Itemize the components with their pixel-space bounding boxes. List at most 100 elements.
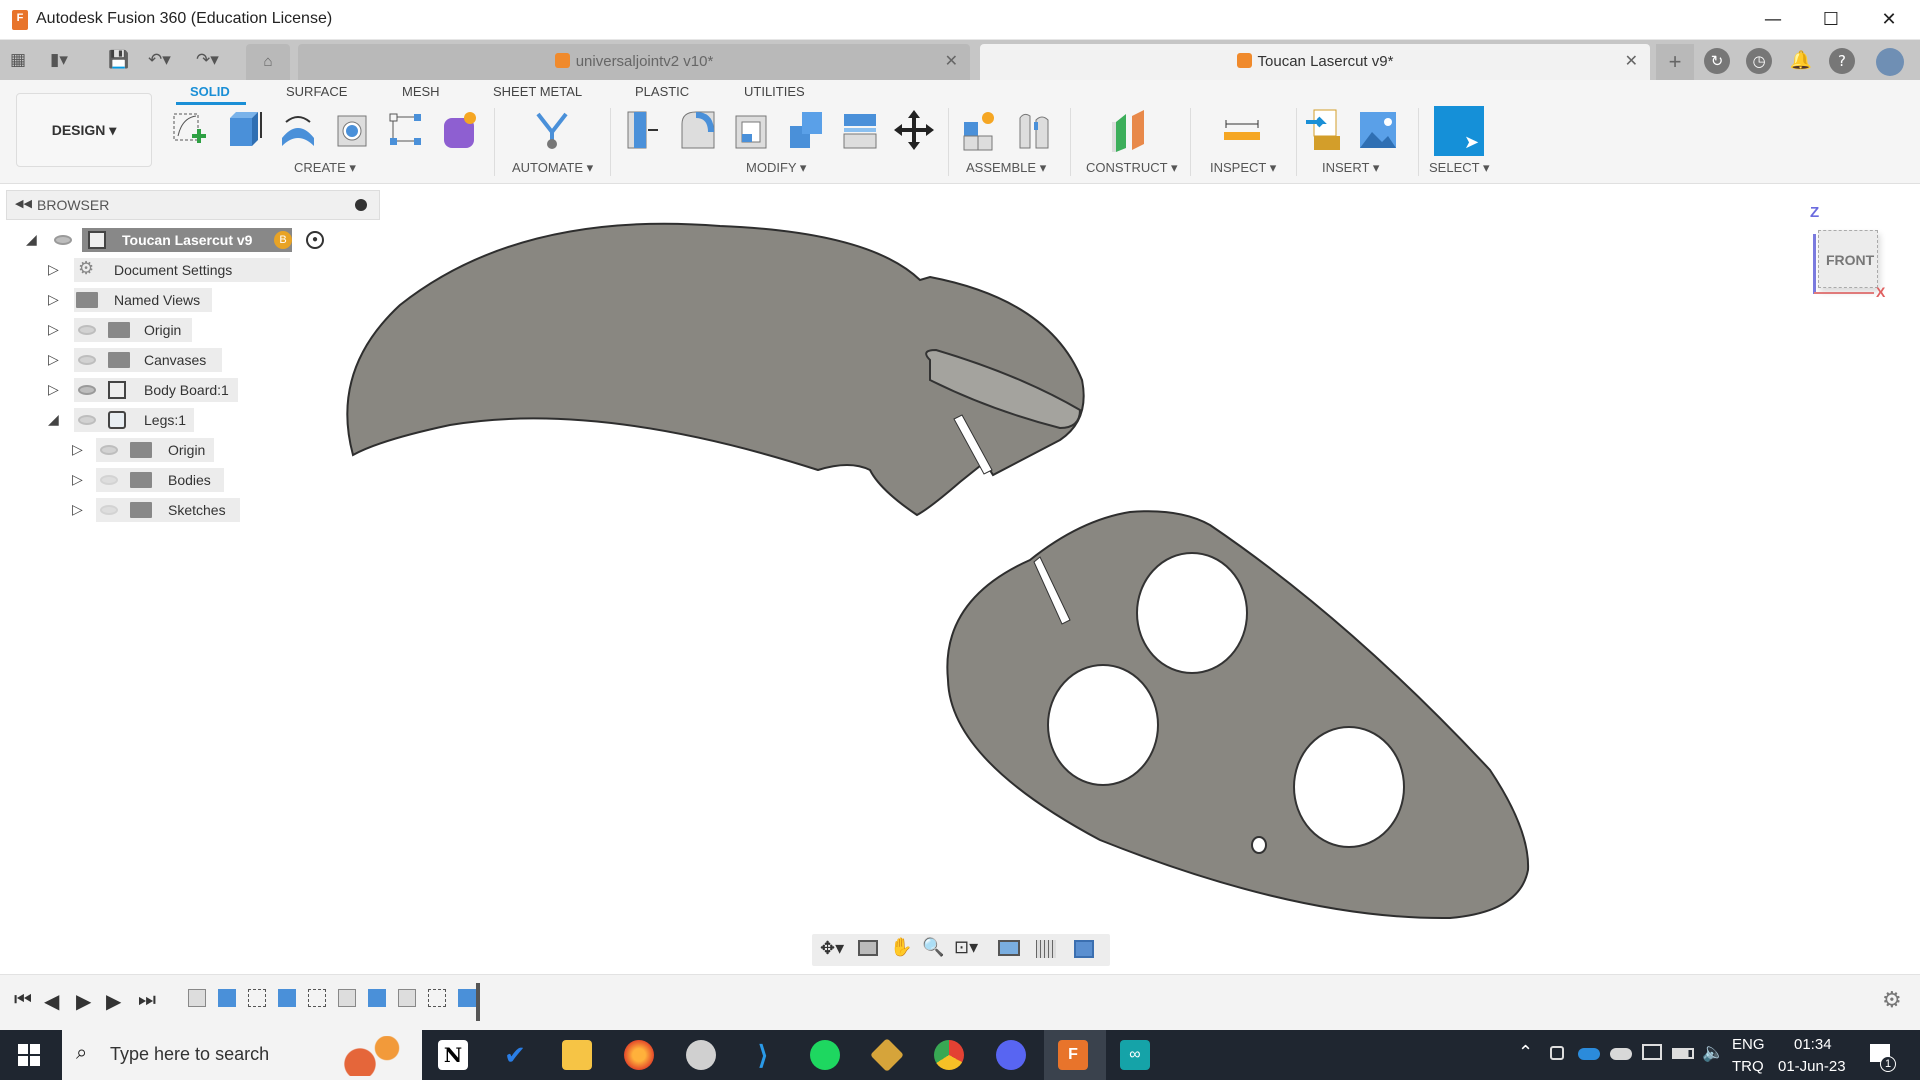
language-trq[interactable]: TRQ	[1732, 1058, 1764, 1075]
browser-header[interactable]: ◀◀ BROWSER	[6, 190, 380, 220]
onedrive-icon[interactable]	[1578, 1048, 1600, 1060]
discord-app-icon[interactable]	[996, 1040, 1026, 1070]
app-grid-icon[interactable]: ▦	[10, 48, 26, 72]
extensions-icon[interactable]: ↻	[1704, 48, 1730, 74]
collapsed-triangle-icon[interactable]: ▷	[48, 288, 59, 312]
press-pull-icon[interactable]	[624, 108, 664, 152]
network-icon[interactable]	[1642, 1044, 1662, 1060]
inspect-menu[interactable]: INSPECT ▾	[1210, 160, 1276, 176]
offset-face-icon[interactable]	[840, 108, 880, 152]
onedrive-personal-icon[interactable]	[1610, 1048, 1632, 1060]
combine-icon[interactable]	[786, 108, 826, 152]
undo-icon[interactable]: ↶▾	[148, 48, 171, 72]
notifications-icon[interactable]: 🔔	[1788, 48, 1814, 74]
tab-solid[interactable]: SOLID	[190, 84, 230, 99]
visibility-eye-icon[interactable]	[78, 385, 96, 395]
volume-icon[interactable]: 🔈	[1702, 1042, 1724, 1063]
minimize-button[interactable]: —	[1750, 6, 1796, 34]
arduino-app-icon[interactable]: ∞	[1120, 1040, 1150, 1070]
clock-date[interactable]: 01-Jun-23	[1778, 1058, 1846, 1075]
timeline-component-icon[interactable]	[398, 989, 416, 1007]
todo-app-icon[interactable]: ✔	[500, 1040, 530, 1070]
notion-app-icon[interactable]: N	[438, 1040, 468, 1070]
hidden-eye-icon[interactable]	[78, 325, 96, 335]
collapse-browser-icon[interactable]: ◀◀	[15, 197, 32, 210]
user-avatar[interactable]	[1876, 48, 1904, 76]
create-sketch-icon[interactable]	[170, 108, 210, 152]
collapsed-triangle-icon[interactable]: ▷	[48, 378, 59, 402]
spotify-app-icon[interactable]	[810, 1040, 840, 1070]
canvas-viewport[interactable]	[0, 184, 1920, 974]
collapsed-triangle-icon[interactable]: ▷	[48, 348, 59, 372]
timeline-extrude-icon[interactable]	[458, 989, 476, 1007]
play-icon[interactable]: ▶	[76, 989, 91, 1014]
construct-menu[interactable]: CONSTRUCT ▾	[1086, 160, 1178, 176]
move-copy-icon[interactable]	[894, 108, 934, 152]
modify-menu[interactable]: MODIFY ▾	[746, 160, 806, 176]
firefox-app-icon[interactable]	[624, 1040, 654, 1070]
grid-icon[interactable]	[1036, 940, 1056, 958]
orbit-icon[interactable]: ✥▾	[820, 938, 844, 959]
collapsed-triangle-icon[interactable]: ▷	[48, 258, 59, 282]
timeline-marker[interactable]	[476, 983, 480, 1021]
canvas-icon[interactable]	[1358, 108, 1398, 152]
viewcube[interactable]: FRONT Z X	[1810, 204, 1885, 300]
visibility-eye-icon[interactable]	[100, 505, 118, 515]
maximize-button[interactable]: ☐	[1808, 6, 1854, 34]
look-at-icon[interactable]	[858, 940, 878, 956]
file-explorer-app-icon[interactable]	[562, 1040, 592, 1070]
visibility-eye-icon[interactable]	[54, 235, 72, 245]
timeline-extrude-icon[interactable]	[278, 989, 296, 1007]
tab-toucan-lasercut[interactable]: Toucan Lasercut v9* ✕	[980, 44, 1650, 80]
close-button[interactable]: ✕	[1866, 6, 1912, 34]
close-tab-icon[interactable]: ✕	[1625, 44, 1638, 80]
chrome-app-icon[interactable]	[934, 1040, 964, 1070]
hidden-eye-icon[interactable]	[100, 445, 118, 455]
zoom-icon[interactable]: 🔍	[922, 937, 944, 958]
help-icon[interactable]: ?	[1829, 48, 1855, 74]
measure-icon[interactable]	[1222, 108, 1262, 152]
insert-menu[interactable]: INSERT ▾	[1322, 160, 1379, 176]
timeline-extrude-icon[interactable]	[368, 989, 386, 1007]
viewports-icon[interactable]	[1074, 940, 1094, 958]
timeline-component-icon[interactable]	[338, 989, 356, 1007]
new-tab-icon[interactable]: +	[1656, 44, 1694, 80]
new-component-icon[interactable]	[960, 108, 1000, 152]
next-icon[interactable]: ▶	[106, 989, 121, 1014]
timeline-canvas-icon[interactable]	[218, 989, 236, 1007]
save-icon[interactable]: 💾	[108, 48, 129, 72]
timeline-sketch-icon[interactable]	[428, 989, 446, 1007]
collapsed-triangle-icon[interactable]: ▷	[48, 318, 59, 342]
joint-icon[interactable]	[1014, 108, 1054, 152]
browser-item-document-settings[interactable]: ▷ ⚙ Document Settings	[48, 258, 290, 282]
activate-radio-icon[interactable]: ●	[306, 231, 324, 249]
hidden-eye-icon[interactable]	[78, 355, 96, 365]
collapsed-triangle-icon[interactable]: ▷	[72, 498, 83, 522]
browser-root[interactable]: ◢ Toucan Lasercut v9 B ●	[26, 228, 334, 252]
collapsed-triangle-icon[interactable]: ▷	[72, 468, 83, 492]
tab-utilities[interactable]: UTILITIES	[744, 84, 805, 99]
fillet-icon[interactable]	[678, 108, 718, 152]
close-tab-icon[interactable]: ✕	[945, 44, 958, 80]
tab-sheet-metal[interactable]: SHEET METAL	[493, 84, 582, 99]
expanded-triangle-icon[interactable]: ◢	[26, 228, 37, 252]
timeline-settings-gear-icon[interactable]: ⚙	[1882, 987, 1902, 1013]
display-settings-icon[interactable]	[998, 940, 1020, 956]
tab-universaljointv2[interactable]: universaljointv2 v10* ✕	[298, 44, 970, 80]
vscode-app-icon[interactable]: ⟩	[748, 1040, 778, 1070]
tab-surface[interactable]: SURFACE	[286, 84, 347, 99]
expanded-triangle-icon[interactable]: ◢	[48, 408, 59, 432]
select-tool[interactable]: ➤	[1434, 106, 1484, 156]
pan-icon[interactable]: ✋	[890, 937, 912, 958]
camera-icon[interactable]	[1550, 1046, 1564, 1060]
create-form-icon[interactable]	[440, 108, 480, 152]
language-eng[interactable]: ENG	[1732, 1036, 1765, 1053]
visibility-eye-icon[interactable]	[100, 475, 118, 485]
automate-menu[interactable]: AUTOMATE ▾	[512, 160, 593, 176]
pattern-icon[interactable]	[386, 108, 426, 152]
windows-start-icon[interactable]	[18, 1044, 40, 1066]
workspace-switcher[interactable]: DESIGN ▾	[16, 93, 152, 167]
timeline-sketch-icon[interactable]	[248, 989, 266, 1007]
create-menu[interactable]: CREATE ▾	[294, 160, 356, 176]
automated-modeling-icon[interactable]	[532, 108, 572, 152]
